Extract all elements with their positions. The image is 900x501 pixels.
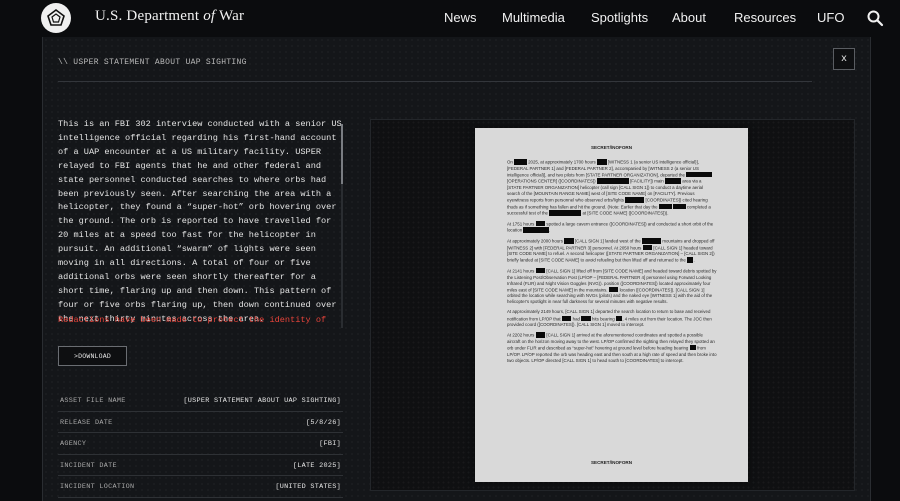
- metadata-row: INCIDENT LOCATION [UNITED STATES]: [58, 476, 343, 498]
- metadata-row: AGENCY [FBI]: [58, 433, 343, 455]
- document-paragraph: On 2025, at approximately 1700 hours [WI…: [507, 159, 712, 216]
- site-title-suffix: War: [218, 8, 245, 24]
- metadata-label: RELEASE DATE: [60, 418, 113, 427]
- redaction-block: [535, 267, 546, 274]
- nav-item-about[interactable]: About: [672, 10, 706, 25]
- search-icon[interactable]: [866, 9, 884, 27]
- metadata-value: [USPER STATEMENT ABOUT UAP SIGHTING]: [183, 397, 341, 405]
- document-paragraph: At 2141 hours [CALL SIGN 1] lifted off f…: [507, 267, 717, 305]
- document-paragraph: At approximately 2149 hours, [CALL SIGN …: [507, 309, 712, 328]
- redaction-block: [615, 315, 623, 322]
- metadata-value: [5/8/26]: [305, 418, 341, 427]
- nav-item-news[interactable]: News: [444, 10, 477, 25]
- asset-description: This is an FBI 302 interview conducted w…: [58, 119, 342, 324]
- redaction-block: [535, 220, 546, 227]
- redaction-block: [608, 286, 619, 293]
- site-title[interactable]: U.S. Department of War: [95, 8, 244, 25]
- metadata-row: ASSET FILE NAME [USPER STATEMENT ABOUT U…: [58, 390, 343, 412]
- metadata-value: [UNITED STATES]: [275, 483, 341, 492]
- redaction-block: [642, 244, 653, 251]
- metadata-label: INCIDENT DATE: [60, 461, 117, 470]
- pentagon-icon: [47, 9, 65, 26]
- metadata-value: [FBI]: [319, 440, 341, 449]
- redaction-block: [658, 203, 672, 210]
- document-paragraph: At 2202 hours [CALL SIGN 1] arrived at t…: [507, 332, 717, 363]
- document-classification-header: SECRET//NOFORN: [590, 145, 633, 150]
- divider: [58, 81, 812, 82]
- department-seal-logo[interactable]: [41, 3, 71, 33]
- redaction-block: [523, 227, 549, 233]
- close-button[interactable]: x: [833, 48, 855, 70]
- document-page: SECRET//NOFORN On 2025, at approximately…: [475, 128, 748, 482]
- redaction-block: [561, 315, 572, 322]
- nav-item-multimedia[interactable]: Multimedia: [502, 10, 565, 25]
- metadata-label: ASSET FILE NAME: [60, 397, 126, 405]
- redaction-block: [689, 344, 696, 351]
- breadcrumb: \\ USPER STATEMENT ABOUT UAP SIGHTING: [58, 58, 247, 67]
- site-title-prefix: U.S. Department: [95, 8, 200, 24]
- metadata-label: INCIDENT LOCATION: [60, 483, 135, 492]
- redaction-block: [664, 178, 681, 184]
- redaction-block: [686, 171, 712, 178]
- redaction-block: [625, 197, 645, 203]
- nav-item-resources[interactable]: Resources: [734, 10, 796, 25]
- document-paragraph: At 1751 hours spotted a large cavern ent…: [507, 220, 714, 233]
- redaction-block: [596, 178, 629, 184]
- metadata-row: RELEASE DATE [5/8/26]: [58, 412, 343, 434]
- document-paragraph: At approximately 2000 hours [CALL SIGN 1…: [507, 238, 715, 263]
- redaction-block: [549, 210, 582, 216]
- redaction-block: [641, 238, 662, 244]
- nav-item-ufo[interactable]: UFO: [817, 10, 844, 25]
- nav-item-spotlights[interactable]: Spotlights: [591, 10, 648, 25]
- redaction-block: [672, 203, 686, 210]
- top-navigation: U.S. Department of War News Multimedia S…: [0, 0, 900, 36]
- redaction-notice: Redactions have been made to protect the…: [58, 315, 327, 325]
- redaction-block: [564, 238, 574, 244]
- redaction-block: [535, 332, 546, 338]
- document-classification-footer: SECRET//NOFORN: [590, 460, 633, 465]
- metadata-label: AGENCY: [60, 440, 87, 449]
- redaction-block: [596, 159, 607, 165]
- site-title-of: of: [203, 8, 216, 24]
- metadata-row: INCIDENT DATE [LATE 2025]: [58, 455, 343, 477]
- download-button[interactable]: >DOWNLOAD: [58, 346, 127, 366]
- description-scrollbar-thumb[interactable]: [341, 124, 343, 184]
- document-body: On 2025, at approximately 1700 hours [WI…: [507, 159, 717, 368]
- metadata-table: ASSET FILE NAME [USPER STATEMENT ABOUT U…: [58, 390, 343, 498]
- metadata-value: [LATE 2025]: [292, 461, 341, 470]
- redaction-block: [514, 159, 527, 165]
- redaction-block: [687, 257, 694, 263]
- redaction-block: [581, 315, 591, 322]
